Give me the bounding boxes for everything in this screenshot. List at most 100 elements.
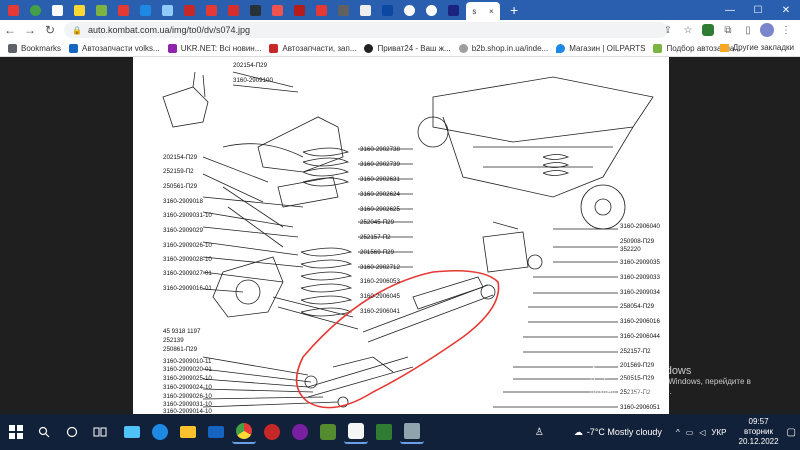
tab[interactable] (290, 2, 308, 18)
tab[interactable] (444, 2, 462, 18)
image-viewer: 202154-П29 3160-2909100 202154-П29 25215… (0, 57, 800, 414)
tab-active[interactable]: s × (466, 2, 500, 20)
sidebar-icon[interactable]: ▯ (740, 22, 756, 38)
menu-dots-icon[interactable]: ⋮ (778, 22, 794, 38)
part-label: 3160-2909024-10 (163, 384, 212, 391)
edge-icon[interactable] (148, 420, 172, 444)
favicon-icon (183, 4, 195, 16)
favicon-icon (425, 4, 437, 16)
skype-icon[interactable] (120, 420, 144, 444)
excel-icon[interactable] (372, 420, 396, 444)
tab[interactable] (334, 2, 352, 18)
bookmark-item[interactable]: UKR.NET: Всі новин... (167, 43, 262, 53)
bookmark-icon (556, 43, 566, 53)
bookmark-item[interactable]: b2b.shop.in.ua/inde... (458, 43, 549, 53)
tab[interactable] (180, 2, 198, 18)
part-label: 3160-2909031-10 (163, 401, 212, 408)
tab[interactable] (114, 2, 132, 18)
new-tab-button[interactable]: + (510, 2, 518, 18)
tab[interactable] (400, 2, 418, 18)
clock[interactable]: 09:57 вторник 20.12.2022 (739, 417, 779, 447)
language-indicator[interactable]: УКР (711, 428, 726, 437)
notifications-icon[interactable]: ▢ (787, 427, 796, 438)
mail-icon[interactable] (204, 420, 228, 444)
favicon-icon (315, 4, 327, 16)
extension-icon[interactable] (700, 22, 716, 38)
viber-icon[interactable] (288, 420, 312, 444)
part-label: 3160-2906044 (620, 333, 660, 340)
volume-icon[interactable]: ◁ (699, 428, 705, 437)
favicon-icon (95, 4, 107, 16)
bookmark-label: UKR.NET: Всі новин... (180, 43, 262, 53)
tab[interactable] (224, 2, 242, 18)
bookmark-item[interactable]: Bookmarks (8, 43, 61, 53)
tab[interactable] (48, 2, 66, 18)
part-label: 3160-2906041 (360, 308, 400, 315)
app-icon[interactable] (316, 420, 340, 444)
tab[interactable] (378, 2, 396, 18)
bookmark-item[interactable]: Автозапчасти volks... (69, 43, 160, 53)
back-arrow-icon[interactable]: ← (0, 23, 20, 37)
tab[interactable] (92, 2, 110, 18)
task-view-icon[interactable] (88, 420, 112, 444)
tab[interactable] (70, 2, 88, 18)
part-label: 3160-2906053 (360, 278, 400, 285)
tab[interactable] (312, 2, 330, 18)
part-label: 3160-2902739 (360, 161, 400, 168)
people-icon[interactable]: ♙ (535, 427, 544, 438)
weather-text: -7°C Mostly cloudy (586, 427, 662, 437)
tab[interactable] (202, 2, 220, 18)
part-label: 250861-П29 (163, 346, 198, 353)
weather-widget[interactable]: ☁ -7°C Mostly cloudy (574, 427, 662, 438)
tab[interactable] (356, 2, 374, 18)
bookmark-label: b2b.shop.in.ua/inde... (471, 43, 549, 53)
part-label: 3160-2906040 (620, 223, 660, 230)
file-explorer-icon[interactable] (176, 420, 200, 444)
tab[interactable] (268, 2, 286, 18)
watermark-title: Активация Windows (590, 365, 692, 377)
share-icon[interactable]: ⇪ (660, 22, 676, 38)
avatar[interactable] (760, 23, 774, 37)
forward-arrow-icon[interactable]: → (20, 23, 40, 37)
chevron-up-icon[interactable]: ^ (676, 428, 680, 437)
app-icon[interactable] (400, 420, 424, 444)
clock-weekday: вторник (744, 427, 773, 436)
tab[interactable] (136, 2, 154, 18)
bookmark-item[interactable]: Автозапчасти, зап... (269, 43, 357, 53)
close-window-button[interactable]: ✕ (772, 5, 800, 16)
other-bookmarks-label: Другие закладки (732, 43, 794, 52)
bookmark-label: Магазин | OILPARTS (569, 43, 646, 53)
bookmark-item[interactable]: Магазин | OILPARTS (556, 43, 646, 53)
part-label: 352220 (620, 246, 641, 253)
start-button[interactable] (4, 420, 28, 444)
bookmark-star-icon[interactable]: ☆ (680, 22, 696, 38)
reload-icon[interactable]: ↻ (40, 23, 60, 37)
lock-icon[interactable]: 🔒 (72, 26, 82, 35)
other-bookmarks[interactable]: Другие закладки (719, 43, 794, 52)
favicon-icon (447, 4, 459, 16)
part-label: 3160-2909028-10 (163, 256, 212, 263)
tab[interactable] (158, 2, 176, 18)
tab[interactable] (4, 2, 22, 18)
search-icon[interactable] (32, 420, 56, 444)
part-label: 252045-П29 (360, 219, 395, 226)
favicon-icon (7, 4, 19, 16)
maximize-button[interactable]: ☐ (744, 5, 772, 16)
part-label: 202154-П29 (233, 62, 268, 69)
chrome-icon[interactable] (232, 420, 256, 444)
address-bar[interactable]: 🔒 auto.kombat.com.ua/img/to0/dv/s074.jpg (64, 22, 668, 38)
network-icon[interactable]: ▭ (686, 428, 694, 437)
bookmark-item[interactable]: Приват24 - Ваш ж... (364, 43, 451, 53)
tab-close-icon[interactable]: × (489, 7, 494, 16)
minimize-button[interactable]: — (716, 5, 744, 16)
app-icon[interactable] (344, 420, 368, 444)
cortana-icon[interactable] (60, 420, 84, 444)
favicon-icon (249, 4, 261, 16)
part-label: 3160-2906016 (620, 318, 660, 325)
tab[interactable] (26, 2, 44, 18)
app-icon[interactable] (260, 420, 284, 444)
puzzle-icon[interactable]: ⧉ (720, 22, 736, 38)
tab[interactable] (422, 2, 440, 18)
tab[interactable] (246, 2, 264, 18)
bookmark-label: Автозапчасти, зап... (282, 43, 357, 53)
